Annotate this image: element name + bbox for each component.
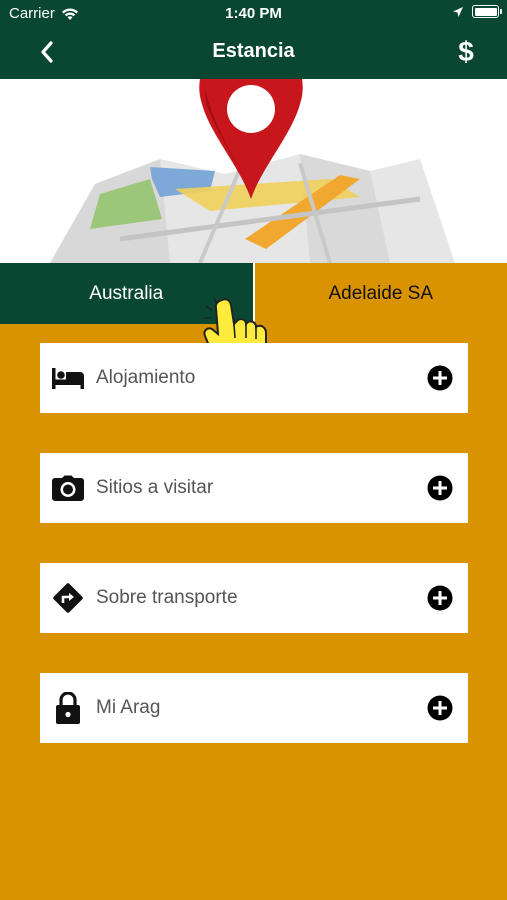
camera-icon [51, 471, 85, 505]
lock-icon [51, 691, 85, 725]
nav-bar: Estancia $ [0, 27, 507, 79]
status-right [452, 5, 502, 18]
status-time: 1:40 PM [225, 5, 282, 22]
map-pin-illustration [50, 79, 455, 263]
directions-icon [51, 581, 85, 615]
menu-label-sitios-a-visitar: Sitios a visitar [96, 477, 214, 498]
hero-map-image [0, 79, 507, 263]
menu-label-alojamiento: Alojamiento [96, 367, 196, 388]
menu-label-sobre-transporte: Sobre transporte [96, 587, 238, 608]
menu-item-sitios-a-visitar[interactable]: Sitios a visitar [40, 453, 468, 523]
status-bar: Carrier 1:40 PM [0, 0, 507, 27]
menu-item-alojamiento[interactable]: Alojamiento [40, 343, 468, 413]
tab-adelaide-sa[interactable]: Adelaide SA [252, 263, 507, 324]
bed-icon [51, 361, 85, 395]
add-circle-icon[interactable] [427, 695, 453, 721]
menu-item-sobre-transporte[interactable]: Sobre transporte [40, 563, 468, 633]
add-circle-icon[interactable] [427, 365, 453, 391]
battery-icon [472, 5, 502, 18]
page-title: Estancia [212, 40, 295, 62]
menu-label-mi-arag: Mi Arag [96, 697, 161, 718]
add-circle-icon[interactable] [427, 475, 453, 501]
dollar-button[interactable]: $ [451, 35, 481, 69]
add-circle-icon[interactable] [427, 585, 453, 611]
location-arrow-icon [453, 6, 463, 17]
menu-item-mi-arag[interactable]: Mi Arag [40, 673, 468, 743]
